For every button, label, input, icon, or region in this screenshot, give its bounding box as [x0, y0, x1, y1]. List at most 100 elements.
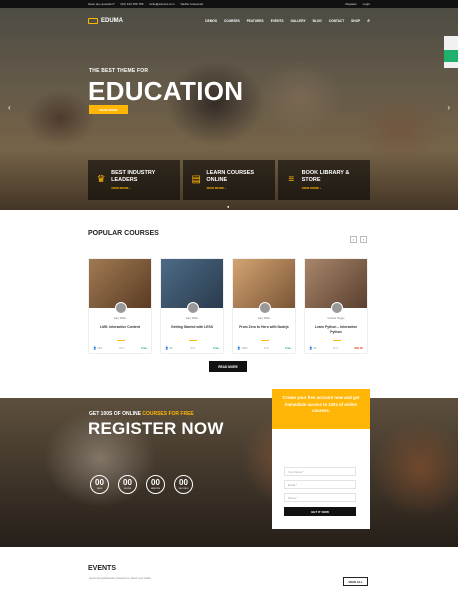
- prev-slide-icon[interactable]: ‹: [8, 103, 11, 112]
- feature-courses[interactable]: ▤ LEARN COURSES ONLINE VIEW MORE ›: [183, 160, 275, 200]
- site-logo[interactable]: EDUMA: [88, 18, 123, 24]
- view-all-button[interactable]: VIEW ALL: [343, 577, 368, 586]
- feature-leaders[interactable]: ♛ BEST INDUSTRY LEADERS VIEW MORE ›: [88, 160, 180, 200]
- comments-count: ✉ 2: [119, 346, 124, 350]
- top-bar: Have any question? (00) 123 456 789 hell…: [0, 0, 458, 8]
- feature-title: LEARN COURSES ONLINE: [206, 170, 255, 183]
- students-count: 👤 1050: [237, 346, 248, 350]
- events-title: EVENTS: [88, 565, 117, 572]
- register-form: Create your free account now and get imm…: [272, 389, 370, 529]
- next-slide-icon[interactable]: ›: [447, 103, 450, 112]
- course-meta: 👤 1050 ✉ 5 Free: [237, 346, 291, 350]
- course-meta: 👤 253 ✉ 2 Free: [93, 346, 147, 350]
- register-overlay: [0, 398, 458, 547]
- nav-gallery[interactable]: GALLERY: [290, 19, 305, 23]
- course-price: $69.00: [354, 346, 363, 350]
- course-name[interactable]: Learn Python – Interactive Python: [305, 325, 367, 334]
- course-image[interactable]: [305, 259, 367, 308]
- countdown-days: 00 DAYS: [90, 475, 109, 494]
- search-icon[interactable]: ⌕: [367, 18, 370, 24]
- top-email[interactable]: hello@eduma.com: [149, 2, 174, 6]
- divider: [333, 340, 341, 341]
- nav-contact[interactable]: CONTACT: [329, 19, 344, 23]
- top-phone[interactable]: (00) 123 456 789: [121, 2, 144, 6]
- nav-features[interactable]: FEATURES: [247, 19, 264, 23]
- course-teacher[interactable]: Gary Miller: [89, 317, 151, 320]
- countdown-seconds: 00 SECONDS: [174, 475, 193, 494]
- logo-text: EDUMA: [101, 18, 123, 24]
- register-section: GET 100S OF ONLINE COURSES FOR FREE REGI…: [0, 398, 458, 547]
- feature-title: BOOK LIBRARY & STORE: [301, 170, 350, 183]
- nav-demos[interactable]: DEMOS: [205, 19, 217, 23]
- top-question: Have any question?: [88, 2, 115, 6]
- nav-blog[interactable]: BLOG: [313, 19, 322, 23]
- register-form-heading: Create your free account now and get imm…: [272, 389, 370, 429]
- course-teacher[interactable]: Celeste Rugge: [305, 317, 367, 320]
- phone-field[interactable]: Phone *: [284, 493, 356, 502]
- students-count: 👤 253: [93, 346, 102, 350]
- course-price: Free: [213, 346, 219, 350]
- hero-slider: EDUMA DEMOS COURSES FEATURES EVENTS GALL…: [0, 8, 458, 210]
- students-count: 👤 45: [309, 346, 317, 350]
- course-teacher[interactable]: Gary Miller: [233, 317, 295, 320]
- register-subtitle: GET 100S OF ONLINE COURSES FOR FREE: [89, 411, 194, 417]
- course-name[interactable]: From Zero to Hero with Nodejs: [233, 325, 295, 330]
- hero-subtitle: THE BEST THEME FOR: [89, 68, 149, 74]
- course-card[interactable]: Gary Miller Getting Started with LESS 👤 …: [160, 258, 224, 354]
- course-price: Free: [285, 346, 291, 350]
- feature-more-link[interactable]: VIEW MORE ›: [302, 186, 362, 190]
- email-field[interactable]: Email *: [284, 480, 356, 489]
- divider: [261, 340, 269, 341]
- book-open-icon: ▤: [191, 174, 201, 185]
- countdown-minutes: 00 MINUTES: [146, 475, 165, 494]
- hero-read-more-button[interactable]: READ MORE: [89, 105, 128, 114]
- feature-more-link[interactable]: VIEW MORE ›: [206, 186, 267, 190]
- nav-shop[interactable]: SHOP: [351, 19, 360, 23]
- comments-count: ✉ 3: [190, 346, 196, 350]
- course-card[interactable]: Celeste Rugge Learn Python – Interactive…: [304, 258, 368, 354]
- course-name[interactable]: Getting Started with LESS: [161, 325, 223, 330]
- feature-title: BEST INDUSTRY LEADERS: [111, 170, 156, 183]
- divider: [117, 340, 125, 341]
- feature-more-link[interactable]: VIEW MORE ›: [111, 186, 172, 190]
- nav-courses[interactable]: COURSES: [224, 19, 240, 23]
- course-image[interactable]: [161, 259, 223, 308]
- slider-dot-icon[interactable]: ●: [227, 204, 229, 209]
- feature-library[interactable]: ≡ BOOK LIBRARY & STORE VIEW MORE ›: [278, 160, 370, 200]
- course-card[interactable]: Gary Miller LMS: Interactive Content 👤 2…: [88, 258, 152, 354]
- register-title: REGISTER NOW: [88, 419, 224, 438]
- register-link[interactable]: Register: [345, 2, 356, 6]
- countdown-hours: 00 HOURS: [118, 475, 137, 494]
- hero-title: EDUCATION: [88, 76, 244, 106]
- course-image[interactable]: [233, 259, 295, 308]
- top-location: Sadhu Anacenter: [180, 2, 204, 6]
- get-it-now-button[interactable]: GET IT NOW: [284, 507, 356, 516]
- login-link[interactable]: Login: [363, 2, 370, 6]
- page: Have any question? (00) 123 456 789 hell…: [0, 0, 458, 600]
- course-name[interactable]: LMS: Interactive Content: [89, 325, 151, 330]
- nav-events[interactable]: EVENTS: [271, 19, 284, 23]
- events-subtitle: Upcoming Education Events to feed your b…: [89, 576, 152, 580]
- divider: [189, 340, 197, 341]
- next-courses-icon[interactable]: ›: [360, 236, 367, 243]
- main-nav: EDUMA DEMOS COURSES FEATURES EVENTS GALL…: [88, 14, 370, 28]
- avatar: [187, 302, 199, 314]
- course-meta: 👤 45 ✉ 4 $69.00: [309, 346, 363, 350]
- feature-bar: ♛ BEST INDUSTRY LEADERS VIEW MORE › ▤ LE…: [88, 160, 370, 200]
- side-widget[interactable]: [444, 36, 458, 68]
- graduation-cap-icon: [88, 18, 98, 24]
- side-widget-green[interactable]: [444, 50, 458, 62]
- course-card[interactable]: Gary Miller From Zero to Hero with Nodej…: [232, 258, 296, 354]
- nav-menu: DEMOS COURSES FEATURES EVENTS GALLERY BL…: [205, 18, 370, 24]
- students-count: 👤 68: [165, 346, 173, 350]
- courses-read-more-button[interactable]: READ MORE: [209, 361, 247, 372]
- course-meta: 👤 68 ✉ 3 Free: [165, 346, 219, 350]
- name-field[interactable]: Your Name *: [284, 467, 356, 476]
- course-teacher[interactable]: Gary Miller: [161, 317, 223, 320]
- course-list: Gary Miller LMS: Interactive Content 👤 2…: [88, 258, 370, 354]
- crown-icon: ♛: [96, 174, 106, 185]
- avatar: [259, 302, 271, 314]
- prev-courses-icon[interactable]: ‹: [350, 236, 357, 243]
- course-image[interactable]: [89, 259, 151, 308]
- avatar: [115, 302, 127, 314]
